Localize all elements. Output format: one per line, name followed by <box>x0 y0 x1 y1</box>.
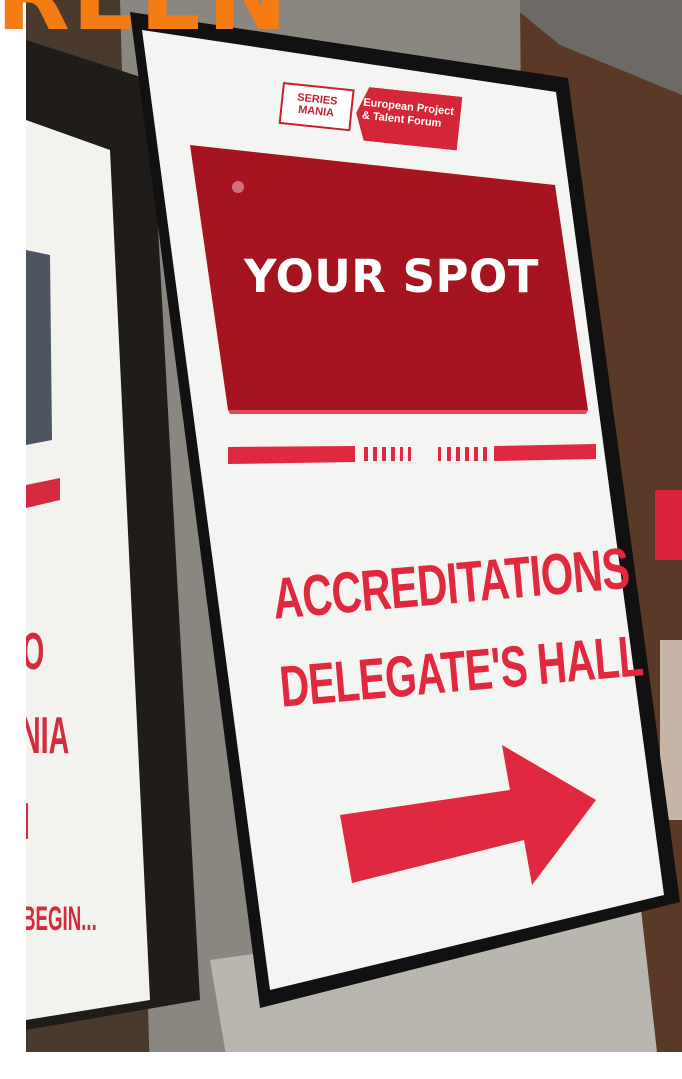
series-mania-badge: SERIES MANIA <box>278 82 355 132</box>
logo-series-line2: MANIA <box>297 103 335 120</box>
red-glow <box>655 490 682 560</box>
left-margin <box>0 0 26 1079</box>
headline-text: REEN <box>0 0 289 44</box>
bottom-margin <box>0 1052 682 1079</box>
left-display-photo <box>26 250 52 445</box>
your-spot-label: YOUR SPOT <box>244 250 539 303</box>
left-panel-line4: BEGIN... <box>22 900 97 938</box>
screen-dot <box>232 181 244 193</box>
forum-badge: European Project & Talent Forum <box>353 86 462 151</box>
left-panel-line2: NIA <box>20 707 70 765</box>
divider-right <box>494 444 596 461</box>
screen-red-edge <box>228 410 588 414</box>
divider-left <box>228 446 355 464</box>
